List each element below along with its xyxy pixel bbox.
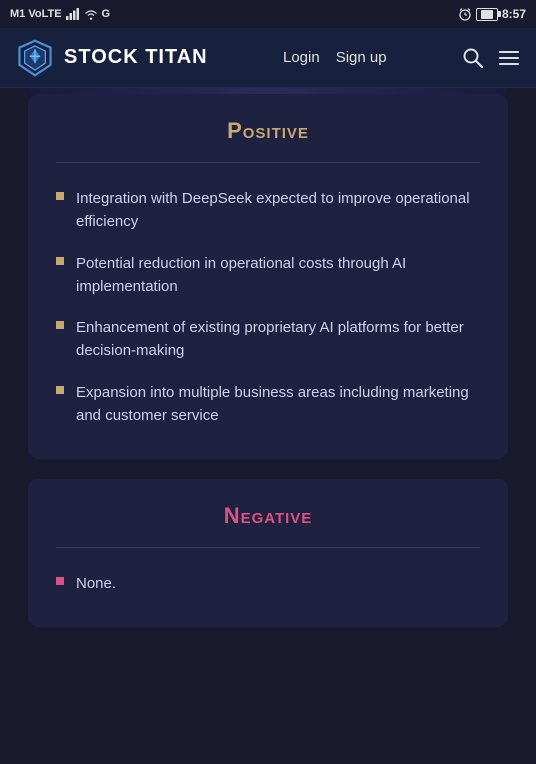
positive-item-3: Enhancement of existing proprietary AI p… xyxy=(76,316,480,363)
signal-icon xyxy=(66,8,80,20)
positive-item-2: Potential reduction in operational costs… xyxy=(76,252,480,299)
bullet-square-icon xyxy=(56,577,64,585)
alarm-icon xyxy=(458,7,472,21)
navbar: STOCK TITAN Login Sign up xyxy=(0,28,536,88)
list-item: Expansion into multiple business areas i… xyxy=(56,381,480,428)
battery-icon xyxy=(476,8,498,21)
list-item: None. xyxy=(56,572,480,595)
status-bar: M1 VoLTE G 8:57 xyxy=(0,0,536,28)
logo-text: STOCK TITAN xyxy=(64,46,208,69)
menu-icon xyxy=(498,47,520,69)
login-link[interactable]: Login xyxy=(283,49,320,66)
status-left: M1 VoLTE G xyxy=(10,8,110,20)
logo-container[interactable]: STOCK TITAN xyxy=(16,39,208,77)
bullet-square-icon xyxy=(56,321,64,329)
negative-bullet-list: None. xyxy=(56,572,480,595)
nav-icons xyxy=(462,47,520,69)
time-display: 8:57 xyxy=(502,7,526,21)
logo-icon xyxy=(16,39,54,77)
positive-item-1: Integration with DeepSeek expected to im… xyxy=(76,187,480,234)
search-button[interactable] xyxy=(462,47,484,69)
positive-section-title: Positive xyxy=(56,118,480,144)
positive-section-card: Positive Integration with DeepSeek expec… xyxy=(28,94,508,459)
list-item: Enhancement of existing proprietary AI p… xyxy=(56,316,480,363)
list-item: Potential reduction in operational costs… xyxy=(56,252,480,299)
negative-section-title: Negative xyxy=(56,503,480,529)
signup-link[interactable]: Sign up xyxy=(336,49,387,66)
bullet-square-icon xyxy=(56,257,64,265)
wifi-icon xyxy=(84,8,98,20)
status-right: 8:57 xyxy=(458,7,526,21)
positive-bullet-list: Integration with DeepSeek expected to im… xyxy=(56,187,480,427)
search-icon xyxy=(462,47,484,69)
list-item: Integration with DeepSeek expected to im… xyxy=(56,187,480,234)
bullet-square-icon xyxy=(56,192,64,200)
carrier-label: M1 VoLTE xyxy=(10,8,62,20)
negative-section-card: Negative None. xyxy=(28,479,508,627)
bullet-square-icon xyxy=(56,386,64,394)
nav-links: Login Sign up xyxy=(283,49,387,66)
negative-divider xyxy=(56,547,480,548)
content-area: Positive Integration with DeepSeek expec… xyxy=(0,94,536,627)
menu-button[interactable] xyxy=(498,47,520,69)
negative-item-1: None. xyxy=(76,572,116,595)
positive-item-4: Expansion into multiple business areas i… xyxy=(76,381,480,428)
network-g-label: G xyxy=(102,8,111,20)
positive-divider xyxy=(56,162,480,163)
